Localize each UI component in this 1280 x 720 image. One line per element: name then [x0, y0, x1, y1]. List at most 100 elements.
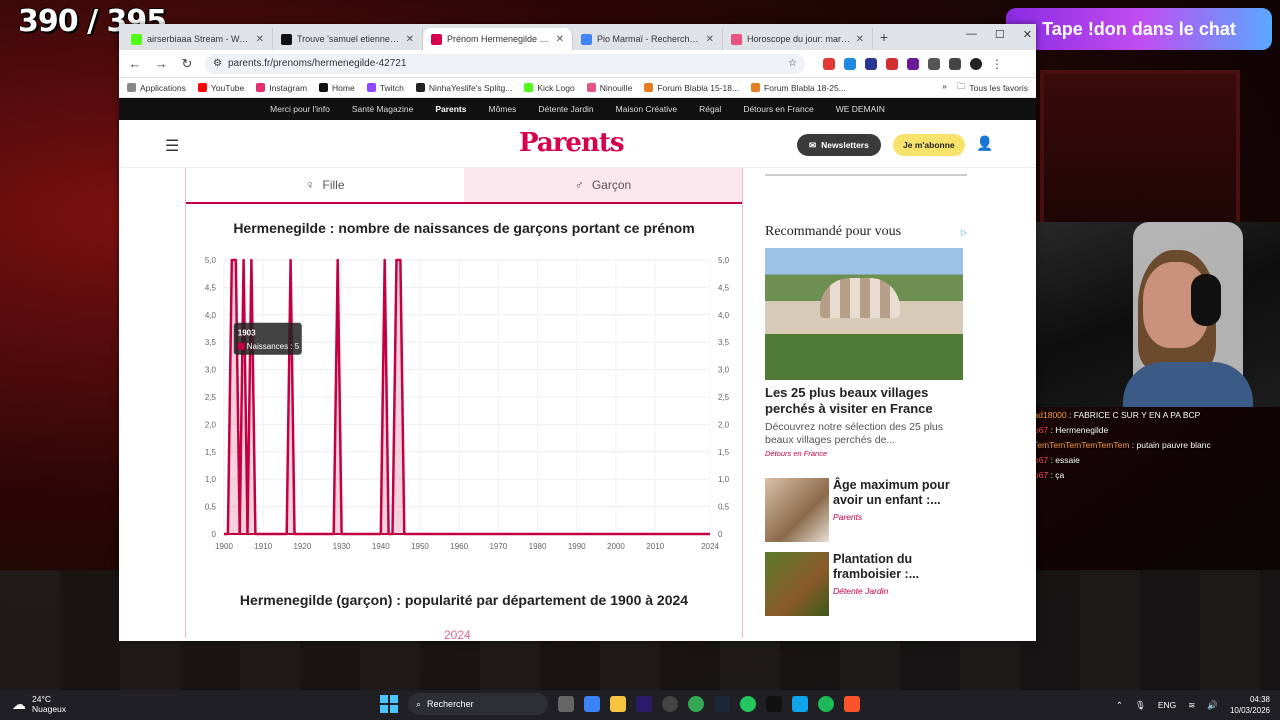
births-chart[interactable]: 0 0 0,5 0,5 1,0 1,0 1,5 1,5 2,0 2,0 2,5 2,5 3,0 3,0 3,…	[194, 254, 742, 554]
app-icon[interactable]	[792, 696, 808, 712]
app-icon[interactable]	[740, 696, 756, 712]
topnav-link-current[interactable]: Parents	[435, 104, 466, 114]
extension-icon[interactable]	[907, 57, 919, 70]
windows-start-icon[interactable]	[380, 695, 398, 713]
mic-icon[interactable]: 🎙	[1135, 700, 1146, 711]
topnav-link[interactable]: Détours en France	[743, 104, 813, 114]
bookmark-item[interactable]: Twitch	[366, 83, 404, 93]
browser-tab[interactable]: Trouve 'samuel etienne' sur T ✕	[273, 28, 423, 50]
weather-widget[interactable]: ☁ 24°C Nuageux	[12, 694, 66, 714]
newsletters-button[interactable]: ✉ Newsletters	[797, 134, 881, 156]
bookmark-item[interactable]: Applications	[127, 83, 186, 93]
bookmark-item[interactable]: YouTube	[197, 83, 244, 93]
topnav-link[interactable]: Détente Jardin	[538, 104, 593, 114]
maximize-icon[interactable]: ☐	[995, 28, 1005, 41]
volume-icon[interactable]: 🔊	[1207, 700, 1218, 711]
close-icon[interactable]: ✕	[706, 34, 714, 45]
y-tick-label-right: 0	[718, 530, 723, 539]
bookmarks-right: » 🗀 Tous les favoris	[942, 81, 1028, 95]
y-tick-label-right: 1,0	[718, 475, 730, 484]
new-tab-button[interactable]: +	[873, 29, 895, 45]
tiktok-icon[interactable]	[766, 696, 782, 712]
article-card[interactable]: Âge maximum pour avoir un enfant :... Pa…	[765, 478, 967, 542]
bookmark-item[interactable]: Home	[319, 83, 355, 93]
system-tray: ⌃ 🎙 ENG ≋ 🔊 04:38 10/03/2026	[1116, 694, 1270, 716]
steam-icon[interactable]	[714, 696, 730, 712]
article-source[interactable]: Détours en France	[765, 449, 967, 458]
article-card[interactable]: Plantation du framboisier :... Détente J…	[765, 552, 967, 616]
topnav-link[interactable]: Santé Magazine	[352, 104, 413, 114]
extension-icon[interactable]	[886, 57, 898, 70]
tab-label: Trouve 'samuel etienne' sur T	[297, 34, 401, 44]
close-icon[interactable]: ✕	[256, 34, 264, 45]
menu-search-icon[interactable]: ☰	[165, 136, 179, 156]
download-icon[interactable]	[949, 57, 961, 70]
browser-tab[interactable]: Pio Marmaï - Recherche Goo ✕	[573, 28, 723, 50]
article-title[interactable]: Les 25 plus beaux villages perchés à vis…	[765, 385, 967, 417]
chevron-up-icon[interactable]: ⌃	[1116, 700, 1123, 711]
back-icon[interactable]: ←	[127, 56, 143, 71]
bookmark-star-icon[interactable]: ☆	[788, 58, 797, 69]
subscribe-button[interactable]: Je m'abonne	[893, 134, 965, 156]
all-bookmarks[interactable]: 🗀 Tous les favoris	[957, 81, 1028, 95]
article-thumbnail[interactable]	[765, 552, 829, 616]
tab-label: Fille	[322, 178, 345, 192]
copilot-icon[interactable]	[584, 696, 600, 712]
taskbar-search[interactable]: ⌕ Rechercher	[408, 693, 548, 715]
article-thumbnail[interactable]	[765, 478, 829, 542]
chrome-icon[interactable]	[688, 696, 704, 712]
bookmark-label: Forum Blabla 18-25...	[764, 82, 846, 93]
forward-icon[interactable]: →	[153, 56, 169, 71]
article-source[interactable]: Parents	[833, 512, 967, 522]
user-icon[interactable]: 👤	[976, 135, 993, 152]
obs-icon[interactable]	[662, 696, 678, 712]
browser-window: airserbiaaa Stream - Watch Li ✕ Trouve 's…	[119, 24, 1036, 641]
bookmark-item[interactable]: Forum Blabla 15-18...	[644, 83, 739, 93]
premiere-icon[interactable]	[636, 696, 652, 712]
village-photo[interactable]	[765, 248, 963, 380]
site-info-icon[interactable]: ⚙	[213, 58, 222, 69]
wifi-icon[interactable]: ≋	[1188, 700, 1195, 711]
browser-tab[interactable]: airserbiaaa Stream - Watch Li ✕	[123, 28, 273, 50]
bookmark-item[interactable]: Kick Logo	[524, 83, 575, 93]
menu-dots-icon[interactable]: ⋮	[991, 58, 1003, 70]
article-title[interactable]: Plantation du framboisier :...	[833, 552, 967, 582]
topnav-link[interactable]: Mômes	[489, 104, 517, 114]
article-title[interactable]: Âge maximum pour avoir un enfant :...	[833, 478, 967, 508]
close-icon[interactable]: ✕	[406, 34, 414, 45]
task-view-icon[interactable]	[558, 696, 574, 712]
topnav-link[interactable]: WE DEMAIN	[836, 104, 885, 114]
site-logo[interactable]: Parents	[519, 128, 624, 158]
tab-girl[interactable]: ♀ Fille	[186, 168, 464, 202]
topnav-link[interactable]: Merci pour l'info	[270, 104, 330, 114]
extension-icon[interactable]	[844, 57, 856, 70]
close-window-icon[interactable]: ✕	[1023, 28, 1032, 41]
tab-boy[interactable]: ♂ Garçon	[464, 168, 742, 202]
y-tick-label-right: 2,0	[718, 420, 730, 429]
extension-icon[interactable]	[865, 57, 877, 70]
topnav-link[interactable]: Régal	[699, 104, 721, 114]
browser-tab-active[interactable]: Prénom Hermenegilde : Origi ✕	[423, 28, 573, 50]
url-field[interactable]: ⚙ parents.fr/prenoms/hermenegilde-42721 …	[205, 53, 805, 74]
topnav-link[interactable]: Maison Créative	[616, 104, 677, 114]
puzzle-icon[interactable]	[928, 57, 940, 70]
bookmark-item[interactable]: Instagram	[256, 83, 307, 93]
spotify-icon[interactable]	[818, 696, 834, 712]
bookmark-item[interactable]: NinhaYeslife's Splitg...	[415, 83, 512, 93]
clock[interactable]: 04:38 10/03/2026	[1230, 694, 1270, 716]
reload-icon[interactable]: ↻	[179, 56, 195, 72]
language-indicator[interactable]: ENG	[1158, 700, 1176, 710]
adchoices-icon[interactable]: ▷	[961, 228, 967, 237]
browser-tab[interactable]: Horoscope du jour: mardi 10 ✕	[723, 28, 873, 50]
close-icon[interactable]: ✕	[856, 34, 864, 45]
bookmark-item[interactable]: Ninouille	[586, 83, 632, 93]
close-icon[interactable]: ✕	[556, 34, 564, 45]
article-source[interactable]: Détente Jardin	[833, 586, 967, 596]
more-bookmarks-icon[interactable]: »	[942, 81, 947, 95]
folder-icon[interactable]	[610, 696, 626, 712]
extension-icon[interactable]	[823, 57, 835, 70]
avatar[interactable]	[970, 57, 982, 70]
bookmark-item[interactable]: Forum Blabla 18-25...	[751, 83, 846, 93]
minimize-icon[interactable]: —	[966, 28, 977, 41]
brave-icon[interactable]	[844, 696, 860, 712]
